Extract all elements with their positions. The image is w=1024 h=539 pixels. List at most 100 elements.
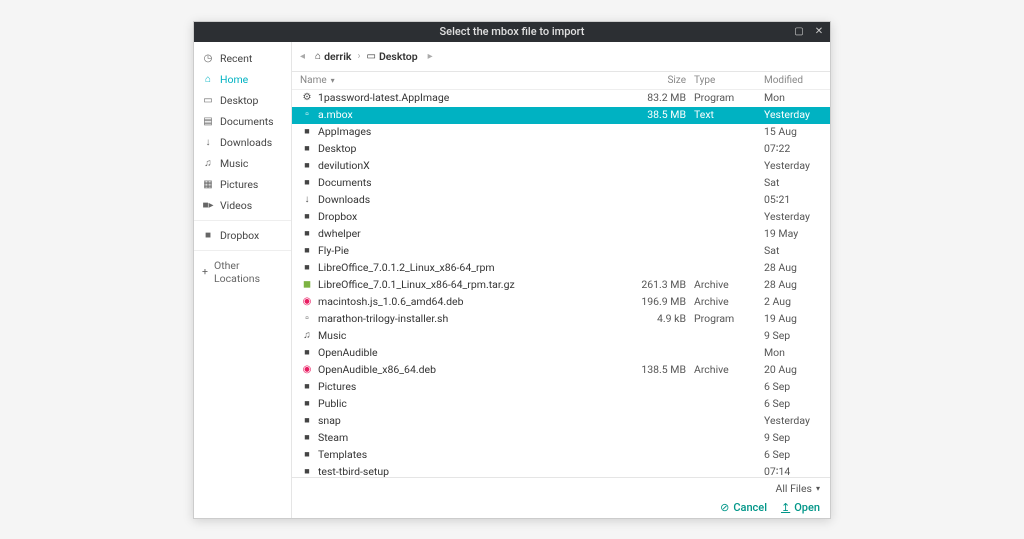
file-name: Dropbox <box>318 210 636 224</box>
path-back-icon[interactable]: ◂ <box>298 51 307 62</box>
file-name: macintosh.js_1.0.6_amd64.deb <box>318 295 636 309</box>
folder-icon <box>300 244 314 258</box>
sidebar-item-label: Dropbox <box>220 229 259 242</box>
file-row[interactable]: DocumentsSat <box>292 175 830 192</box>
file-name: devilutionX <box>318 159 636 173</box>
window-controls: ▢ ✕ <box>792 22 826 42</box>
pathbar: ◂ ⌂ derrik›▭ Desktop ▸ <box>292 42 830 72</box>
package-icon: ◉ <box>300 295 314 309</box>
file-name: Pictures <box>318 380 636 394</box>
file-name: Downloads <box>318 193 636 207</box>
file-name: Templates <box>318 448 636 462</box>
file-name: Desktop <box>318 142 636 156</box>
file-modified: Yesterday <box>764 108 824 122</box>
sidebar-other-locations[interactable]: + Other Locations <box>194 255 291 289</box>
file-row[interactable]: Pictures6 Sep <box>292 379 830 396</box>
file-modified: Sat <box>764 176 824 190</box>
folder-icon <box>300 159 314 173</box>
sidebar-item-label: Home <box>220 73 248 86</box>
file-size: 261.3 MB <box>636 278 694 292</box>
file-row[interactable]: ♫Music9 Sep <box>292 328 830 345</box>
file-size: 138.5 MB <box>636 363 694 377</box>
col-modified[interactable]: Modified <box>764 75 824 86</box>
close-icon[interactable]: ✕ <box>812 25 826 39</box>
cancel-icon: ⊘ <box>720 501 729 514</box>
file-modified: Mon <box>764 346 824 360</box>
file-modified: 28 Aug <box>764 278 824 292</box>
file-name: Steam <box>318 431 636 445</box>
file-modified: 28 Aug <box>764 261 824 275</box>
file-row[interactable]: LibreOffice_7.0.1.2_Linux_x86-64_rpm28 A… <box>292 260 830 277</box>
sidebar-item-pictures[interactable]: ▦Pictures <box>194 174 291 195</box>
docs-icon: ▤ <box>202 116 214 127</box>
sidebar-item-music[interactable]: ♫Music <box>194 153 291 174</box>
file-icon: ▫ <box>300 108 314 122</box>
file-row[interactable]: ◼LibreOffice_7.0.1_Linux_x86-64_rpm.tar.… <box>292 277 830 294</box>
col-type[interactable]: Type <box>694 75 764 86</box>
file-type: Archive <box>694 278 764 292</box>
col-name[interactable]: Name ▾ <box>300 75 636 86</box>
file-modified: 15 Aug <box>764 125 824 139</box>
file-row[interactable]: AppImages15 Aug <box>292 124 830 141</box>
file-row[interactable]: Public6 Sep <box>292 396 830 413</box>
file-name: Public <box>318 397 636 411</box>
path-forward-icon[interactable]: ▸ <box>426 51 435 62</box>
file-modified: Mon <box>764 91 824 105</box>
sidebar-item-desktop[interactable]: ▭Desktop <box>194 90 291 111</box>
clock-icon: ◷ <box>202 53 214 64</box>
sidebar-item-downloads[interactable]: ↓ Downloads <box>194 132 291 153</box>
home-icon: ⌂ <box>315 51 321 62</box>
file-name: 1password-latest.AppImage <box>318 91 636 105</box>
file-row[interactable]: ◉OpenAudible_x86_64.deb138.5 MBArchive20… <box>292 362 830 379</box>
folder-icon <box>300 448 314 462</box>
file-icon: ▫ <box>300 312 314 326</box>
sidebar-item-label: Other Locations <box>214 259 283 285</box>
folder-icon <box>300 346 314 360</box>
folder-icon <box>300 397 314 411</box>
file-row[interactable]: ⚙1password-latest.AppImage83.2 MBProgram… <box>292 90 830 107</box>
file-row[interactable]: Steam9 Sep <box>292 430 830 447</box>
sidebar-item-documents[interactable]: ▤Documents <box>194 111 291 132</box>
file-row[interactable]: Dropbox Yesterday <box>292 209 830 226</box>
file-row[interactable]: test-tbird-setup07∶14 <box>292 464 830 477</box>
file-row[interactable]: Desktop 07∶22 <box>292 141 830 158</box>
sidebar-item-label: Downloads <box>220 136 272 149</box>
file-modified: 19 Aug <box>764 312 824 326</box>
file-filter-dropdown[interactable]: All Files ▾ <box>776 482 820 495</box>
footer: All Files ▾ ⊘ Cancel ↥ Open <box>292 477 830 518</box>
open-button[interactable]: ↥ Open <box>781 501 820 514</box>
dl-icon: ↓ <box>202 137 214 148</box>
sidebar-item-home[interactable]: ⌂ Home <box>194 69 291 90</box>
file-row[interactable]: ▫marathon-trilogy-installer.sh4.9 kBProg… <box>292 311 830 328</box>
file-row[interactable]: dwhelper19 May <box>292 226 830 243</box>
sidebar-item-videos[interactable]: ■▸Videos <box>194 195 291 216</box>
file-row[interactable]: devilutionXYesterday <box>292 158 830 175</box>
download-icon: ↓ <box>300 193 314 207</box>
home-icon: ⌂ <box>202 74 214 85</box>
file-size: 4.9 kB <box>636 312 694 326</box>
file-row[interactable]: Templates6 Sep <box>292 447 830 464</box>
file-list[interactable]: ⚙1password-latest.AppImage83.2 MBProgram… <box>292 90 830 477</box>
file-modified: Yesterday <box>764 210 824 224</box>
maximize-icon[interactable]: ▢ <box>792 25 806 39</box>
path-segment[interactable]: ⌂ derrik <box>311 48 355 65</box>
file-row[interactable]: snapYesterday <box>292 413 830 430</box>
file-name: LibreOffice_7.0.1_Linux_x86-64_rpm.tar.g… <box>318 278 636 292</box>
folder-icon <box>300 125 314 139</box>
file-row[interactable]: ◉macintosh.js_1.0.6_amd64.deb196.9 MBArc… <box>292 294 830 311</box>
file-row[interactable]: Fly-PieSat <box>292 243 830 260</box>
path-segment[interactable]: ▭ Desktop <box>362 48 421 65</box>
col-size[interactable]: Size <box>636 75 694 86</box>
music-icon: ♫ <box>202 158 214 169</box>
cancel-button[interactable]: ⊘ Cancel <box>720 501 767 514</box>
file-row[interactable]: OpenAudibleMon <box>292 345 830 362</box>
file-row[interactable]: ▫a.mbox38.5 MBTextYesterday <box>292 107 830 124</box>
sidebar-item-dropbox[interactable]: ■ Dropbox <box>194 225 291 246</box>
file-modified: 07∶22 <box>764 142 824 156</box>
folder-icon <box>300 465 314 477</box>
sidebar-item-recent[interactable]: ◷Recent <box>194 48 291 69</box>
video-icon: ■▸ <box>202 200 214 211</box>
file-row[interactable]: ↓Downloads05∶21 <box>292 192 830 209</box>
file-name: Fly-Pie <box>318 244 636 258</box>
desktop-icon: ▭ <box>366 51 375 62</box>
